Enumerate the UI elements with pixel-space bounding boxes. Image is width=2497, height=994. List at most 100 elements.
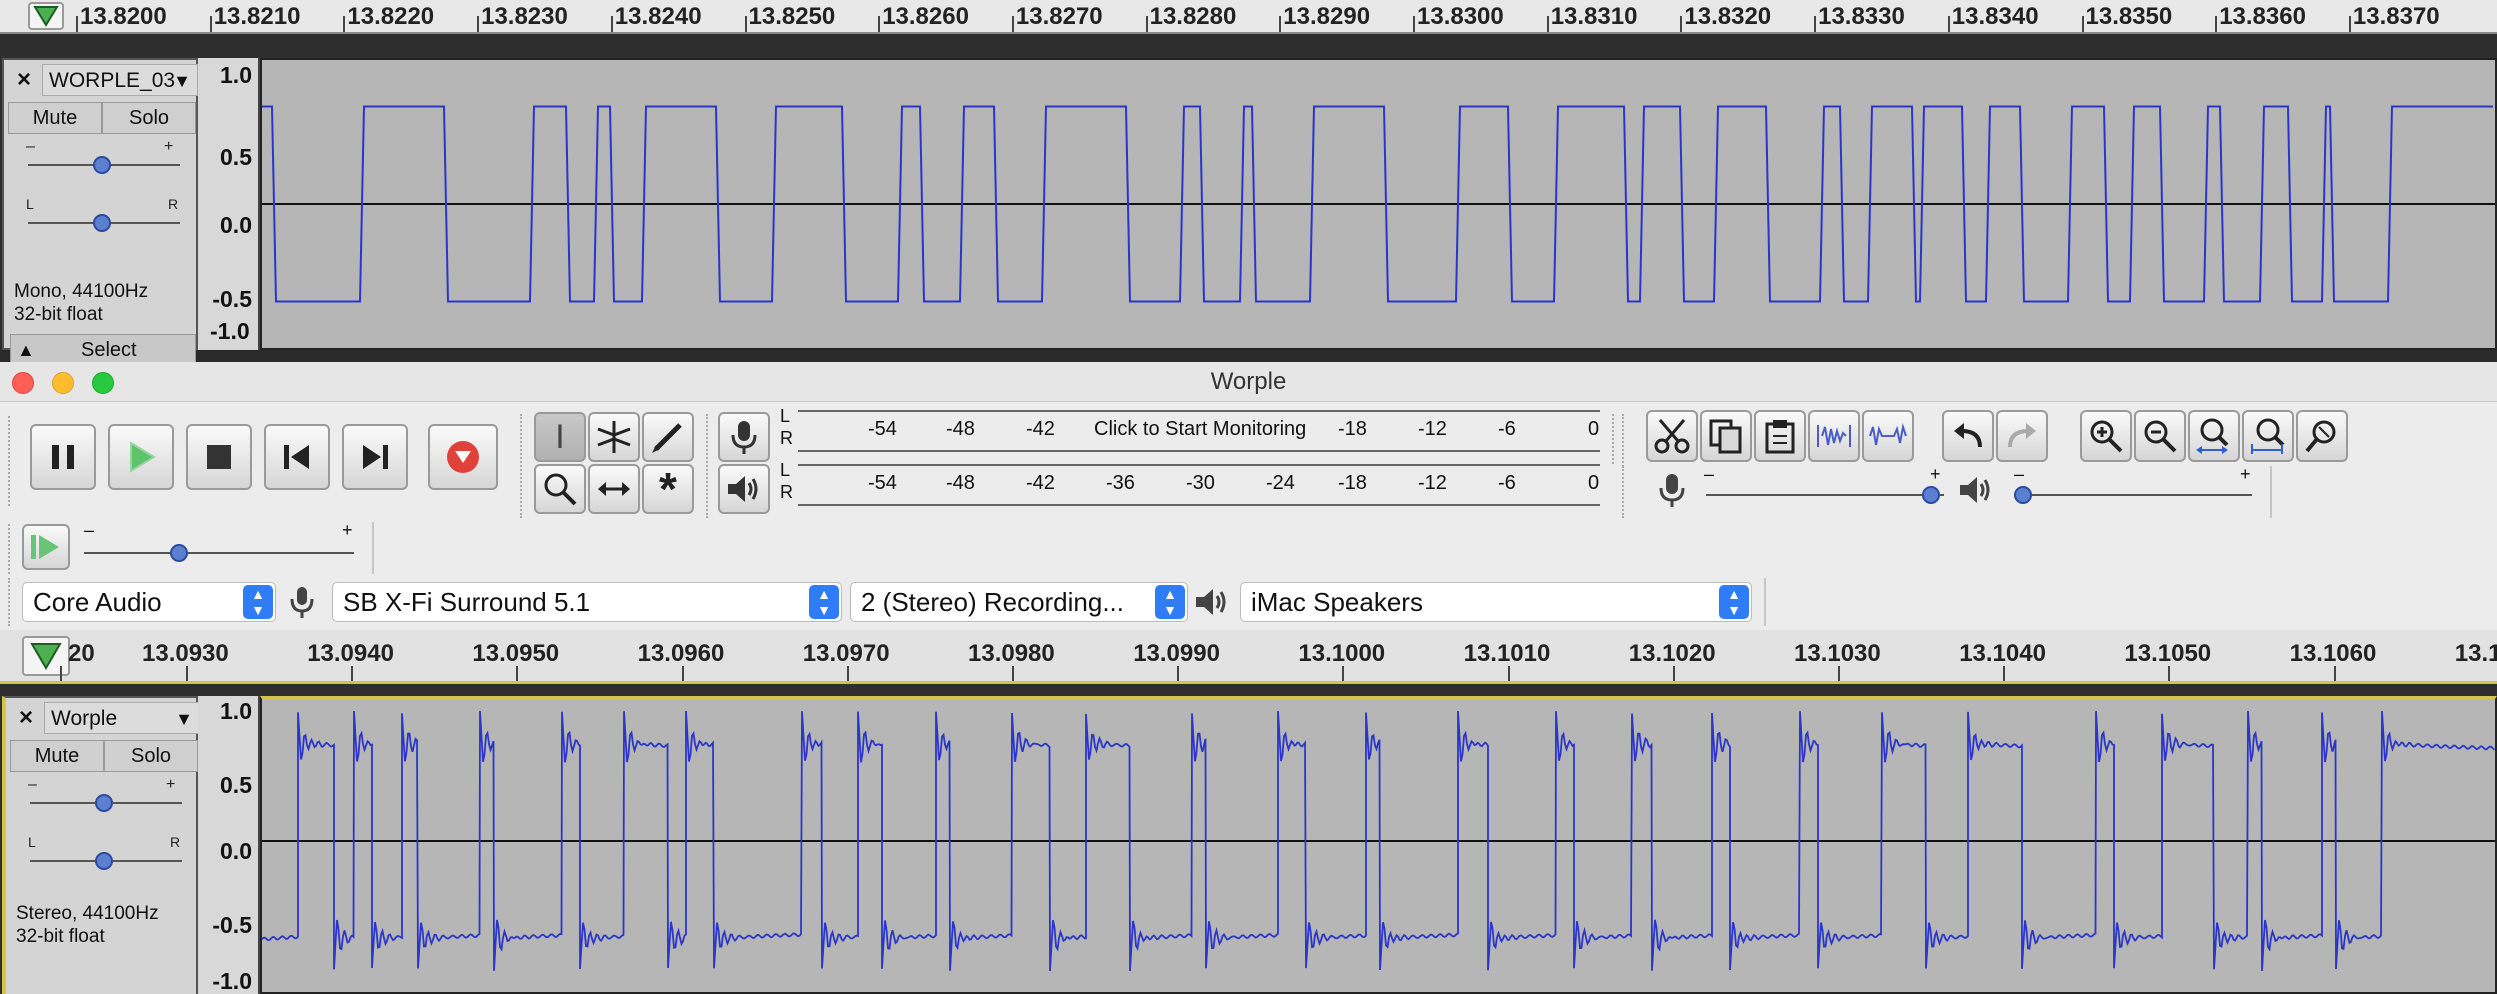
scissors-icon bbox=[1648, 412, 1696, 460]
select-arrows-icon: ▲ ▼ bbox=[1719, 585, 1749, 619]
vertical-scale[interactable]: 1.0 0.5 0.0 -0.5 -1.0 bbox=[198, 58, 260, 350]
zoom-in-icon bbox=[2082, 412, 2130, 460]
toolbar-grip[interactable] bbox=[706, 414, 712, 518]
cut-button[interactable] bbox=[1646, 410, 1698, 462]
collapse-track-icon[interactable]: ▲ bbox=[17, 335, 35, 365]
close-track-icon[interactable]: × bbox=[12, 704, 40, 732]
solo-button[interactable]: Solo bbox=[102, 102, 196, 134]
envelope-tool-button[interactable] bbox=[588, 412, 640, 462]
ruler-tick bbox=[2081, 16, 2084, 32]
play-button[interactable] bbox=[108, 424, 174, 490]
silence-button[interactable] bbox=[1862, 410, 1914, 462]
speaker-icon bbox=[720, 466, 768, 512]
meter-tick-label: -6 bbox=[1498, 472, 1516, 494]
recording-volume-slider[interactable] bbox=[1702, 484, 1948, 506]
record-meter[interactable]: -54 -48 -42 -18 -12 -6 0 Click to Start Monito… bbox=[798, 406, 1600, 452]
playback-volume-knob[interactable] bbox=[2014, 486, 2032, 504]
selection-tool-button[interactable]: I bbox=[534, 412, 586, 462]
recording-volume-knob[interactable] bbox=[1922, 486, 1940, 504]
output-device-select[interactable]: iMac Speakers ▲ ▼ bbox=[1240, 582, 1752, 622]
draw-tool-button[interactable] bbox=[642, 412, 694, 462]
start-monitoring-prompt[interactable]: Click to Start Monitoring bbox=[1090, 418, 1311, 441]
playback-speed-knob[interactable] bbox=[170, 544, 188, 562]
playback-volume-slider[interactable] bbox=[2010, 484, 2256, 506]
trim-button[interactable] bbox=[1808, 410, 1860, 462]
skip-to-start-button[interactable] bbox=[264, 424, 330, 490]
skip-to-end-button[interactable] bbox=[342, 424, 408, 490]
ruler-tick bbox=[60, 666, 62, 681]
window-titlebar[interactable]: Worple bbox=[0, 362, 2497, 402]
zoom-tool-button[interactable] bbox=[534, 464, 586, 514]
gain-slider[interactable] bbox=[24, 154, 184, 176]
play-at-speed-button[interactable] bbox=[22, 524, 70, 570]
gain-slider-knob[interactable] bbox=[93, 156, 111, 174]
fit-selection-icon bbox=[2190, 412, 2238, 460]
pan-slider-knob[interactable] bbox=[93, 214, 111, 232]
mute-button[interactable]: Mute bbox=[8, 102, 102, 134]
pan-right-label: R bbox=[168, 196, 179, 212]
undo-button[interactable] bbox=[1942, 410, 1994, 462]
toolbar-grip[interactable] bbox=[520, 414, 526, 518]
track-name-menu[interactable]: WORPLE_03 ▼ bbox=[42, 64, 198, 96]
ruler-label: 13.0970 bbox=[802, 640, 890, 667]
pan-slider[interactable] bbox=[24, 212, 184, 234]
chevron-down-icon: ▼ bbox=[175, 709, 193, 729]
zoom-toggle-button[interactable] bbox=[2296, 410, 2348, 462]
toolbar-grip[interactable] bbox=[1622, 466, 1628, 518]
ruler-label: 13.1000 bbox=[1298, 640, 1386, 667]
gain-slider[interactable] bbox=[26, 792, 186, 814]
zoom-out-button[interactable] bbox=[2134, 410, 2186, 462]
waveform-area[interactable] bbox=[260, 696, 2497, 994]
pause-button[interactable] bbox=[30, 424, 96, 490]
ruler-tick bbox=[477, 16, 480, 32]
timeline-ruler-bottom[interactable]: 20 13.0930 13.0940 13.0950 13.0960 13.0970 13.… bbox=[0, 630, 2497, 684]
waveform-area[interactable] bbox=[260, 58, 2497, 350]
toolbar-grip[interactable] bbox=[8, 578, 14, 626]
multi-tool-button[interactable]: * bbox=[642, 463, 694, 515]
input-device-microphone-icon bbox=[284, 582, 320, 622]
toolbar-grip[interactable] bbox=[1612, 414, 1618, 464]
playback-speed-slider[interactable] bbox=[80, 542, 358, 564]
timeline-ruler-top[interactable]: 13.8200 13.8210 13.8220 13.8230 13.8240 13.82… bbox=[0, 0, 2497, 34]
input-device-select[interactable]: SB X-Fi Surround 5.1 ▲ ▼ bbox=[332, 582, 842, 622]
paste-button[interactable] bbox=[1754, 410, 1806, 462]
track-format: Mono, 44100Hz 32-bit float bbox=[14, 281, 149, 325]
meter-tick-label: -24 bbox=[1266, 472, 1295, 494]
ruler-label: 13.8320 bbox=[1684, 3, 1772, 30]
gain-slider-knob[interactable] bbox=[95, 794, 113, 812]
record-button[interactable] bbox=[428, 424, 498, 490]
play-meter-button[interactable] bbox=[718, 464, 770, 514]
ruler-tick bbox=[1507, 666, 1510, 681]
select-button[interactable]: ▲ Select bbox=[10, 334, 196, 364]
time-shift-tool-button[interactable] bbox=[588, 464, 640, 514]
close-track-icon[interactable]: × bbox=[10, 66, 38, 94]
fit-project-button[interactable] bbox=[2242, 410, 2294, 462]
stop-button[interactable] bbox=[186, 424, 252, 490]
pause-icon bbox=[32, 426, 94, 488]
fit-selection-button[interactable] bbox=[2188, 410, 2240, 462]
record-meter-button[interactable] bbox=[718, 412, 770, 462]
playback-meter[interactable]: -54 -48 -42 -36 -30 -24 -18 -12 -6 0 bbox=[798, 460, 1600, 506]
solo-button[interactable]: Solo bbox=[104, 740, 198, 772]
play-head-button[interactable] bbox=[28, 2, 64, 30]
zoom-in-button[interactable] bbox=[2080, 410, 2132, 462]
input-channels-select[interactable]: 2 (Stereo) Recording... ▲ ▼ bbox=[850, 582, 1188, 622]
redo-button[interactable] bbox=[1996, 410, 2048, 462]
pan-slider-knob[interactable] bbox=[95, 852, 113, 870]
track-name-menu[interactable]: Worple ▼ bbox=[44, 702, 200, 734]
chevron-down-icon: ▼ bbox=[173, 71, 191, 91]
meter-tick-label: -18 bbox=[1338, 418, 1367, 440]
pan-slider[interactable] bbox=[26, 850, 186, 872]
triangle-down-icon bbox=[33, 6, 59, 27]
select-arrows-icon: ▲ ▼ bbox=[809, 585, 839, 619]
vertical-scale[interactable]: 1.0 0.5 0.0 -0.5 -1.0 bbox=[198, 696, 260, 994]
toolbar-grip[interactable] bbox=[8, 416, 14, 506]
toolbar-grip[interactable] bbox=[8, 524, 14, 574]
ruler-tick bbox=[351, 666, 354, 681]
audio-host-select[interactable]: Core Audio ▲ ▼ bbox=[22, 582, 276, 622]
play-volume-minus: – bbox=[2014, 464, 2025, 484]
ruler-label: 13.1060 bbox=[2289, 640, 2377, 667]
mute-button[interactable]: Mute bbox=[10, 740, 104, 772]
copy-button[interactable] bbox=[1700, 410, 1752, 462]
play-head-button[interactable] bbox=[22, 636, 70, 676]
